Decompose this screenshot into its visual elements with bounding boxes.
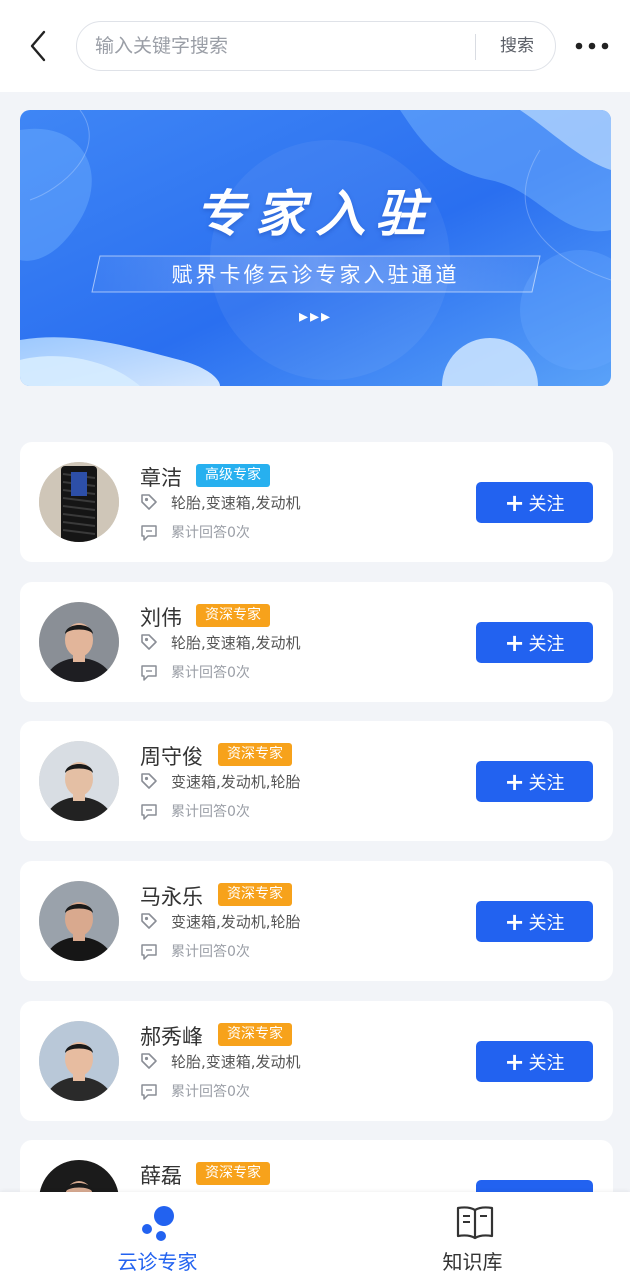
- expert-specialties: 变速箱,发动机,轮胎: [171, 913, 301, 931]
- follow-label: 关注: [528, 633, 565, 655]
- reply-count-icon: [141, 1084, 157, 1100]
- search-input[interactable]: [95, 22, 465, 70]
- expert-reply-count: 累计回答0次: [171, 804, 250, 820]
- expert-avatar[interactable]: [39, 1021, 119, 1101]
- reply-count-icon: [141, 804, 157, 820]
- expert-avatar[interactable]: [39, 741, 119, 821]
- chevron-left-icon: [30, 30, 46, 62]
- plus-icon: +: [504, 767, 525, 796]
- expert-specialties: 轮胎,变速箱,发动机: [171, 494, 301, 512]
- expert-card[interactable]: 章洁 高级专家 轮胎,变速箱,发动机 累计回答0次 + 关注: [20, 442, 613, 562]
- banner-background: [20, 110, 611, 386]
- expert-reply-count: 累计回答0次: [171, 1084, 250, 1100]
- follow-button[interactable]: + 关注: [476, 482, 593, 523]
- expert-specialties: 轮胎,变速箱,发动机: [171, 634, 301, 652]
- search-box: 搜索: [76, 21, 556, 71]
- follow-button[interactable]: + 关注: [476, 761, 593, 802]
- banner-subtitle: 赋界卡修云诊专家入驻通道: [171, 263, 460, 287]
- reply-count-icon: [141, 525, 157, 541]
- follow-button[interactable]: + 关注: [476, 901, 593, 942]
- expert-specialties: 变速箱,发动机,轮胎: [171, 773, 301, 791]
- follow-label: 关注: [528, 772, 565, 794]
- expert-avatar[interactable]: [39, 881, 119, 961]
- follow-label: 关注: [528, 912, 565, 934]
- follow-button[interactable]: + 关注: [476, 1041, 593, 1082]
- expert-level-badge: 资深专家: [196, 1162, 270, 1185]
- expert-avatar[interactable]: [39, 462, 119, 542]
- tab-label: 知识库: [442, 1250, 503, 1274]
- expert-card[interactable]: 周守俊 资深专家 变速箱,发动机,轮胎 累计回答0次 + 关注: [20, 721, 613, 841]
- banner-title: 专家入驻: [195, 185, 436, 243]
- follow-button[interactable]: + 关注: [476, 622, 593, 663]
- follow-label: 关注: [528, 1052, 565, 1074]
- bottom-tab-bar: 云诊专家 知识库: [0, 1192, 630, 1280]
- tab-label: 云诊专家: [117, 1250, 198, 1274]
- expert-name: 刘伟: [140, 606, 182, 630]
- plus-icon: +: [504, 488, 525, 517]
- expert-level-badge: 高级专家: [196, 464, 270, 487]
- reply-count-icon: [141, 665, 157, 681]
- more-dots-icon: [575, 42, 609, 50]
- tag-icon: [141, 1053, 157, 1069]
- follow-label: 关注: [528, 493, 565, 515]
- expert-name: 郝秀峰: [140, 1025, 203, 1049]
- expert-reply-count: 累计回答0次: [171, 525, 250, 541]
- expert-card[interactable]: 刘伟 资深专家 轮胎,变速箱,发动机 累计回答0次 + 关注: [20, 582, 613, 702]
- back-button[interactable]: [22, 28, 54, 64]
- expert-join-banner[interactable]: 专家入驻 赋界卡修云诊专家入驻通道 ▸▸▸: [20, 110, 611, 386]
- expert-card[interactable]: 郝秀峰 资深专家 轮胎,变速箱,发动机 累计回答0次 + 关注: [20, 1001, 613, 1121]
- expert-avatar[interactable]: [39, 602, 119, 682]
- expert-level-badge: 资深专家: [218, 1023, 292, 1046]
- expert-card[interactable]: 马永乐 资深专家 变速箱,发动机,轮胎 累计回答0次 + 关注: [20, 861, 613, 981]
- expert-dots-icon: [142, 1206, 174, 1241]
- tag-icon: [141, 634, 157, 650]
- expert-reply-count: 累计回答0次: [171, 944, 250, 960]
- plus-icon: +: [504, 907, 525, 936]
- banner-arrows: ▸▸▸: [298, 306, 333, 327]
- tag-icon: [141, 773, 157, 789]
- tab-cloud-expert[interactable]: 云诊专家: [0, 1192, 315, 1280]
- search-button[interactable]: 搜索: [477, 22, 557, 70]
- expert-level-badge: 资深专家: [196, 604, 270, 627]
- expert-specialties: 轮胎,变速箱,发动机: [171, 1053, 301, 1071]
- expert-reply-count: 累计回答0次: [171, 665, 250, 681]
- expert-name: 马永乐: [140, 885, 203, 909]
- reply-count-icon: [141, 944, 157, 960]
- tab-knowledge-base[interactable]: 知识库: [315, 1192, 630, 1280]
- plus-icon: +: [504, 628, 525, 657]
- expert-level-badge: 资深专家: [218, 743, 292, 766]
- expert-name: 薛磊: [140, 1164, 182, 1188]
- expert-name: 周守俊: [140, 745, 203, 769]
- book-icon: [456, 1206, 494, 1240]
- more-button[interactable]: [572, 36, 612, 56]
- search-divider: [475, 34, 476, 60]
- top-bar: 搜索: [0, 0, 630, 92]
- tag-icon: [141, 913, 157, 929]
- tag-icon: [141, 494, 157, 510]
- plus-icon: +: [504, 1047, 525, 1076]
- expert-name: 章洁: [140, 466, 182, 490]
- expert-level-badge: 资深专家: [218, 883, 292, 906]
